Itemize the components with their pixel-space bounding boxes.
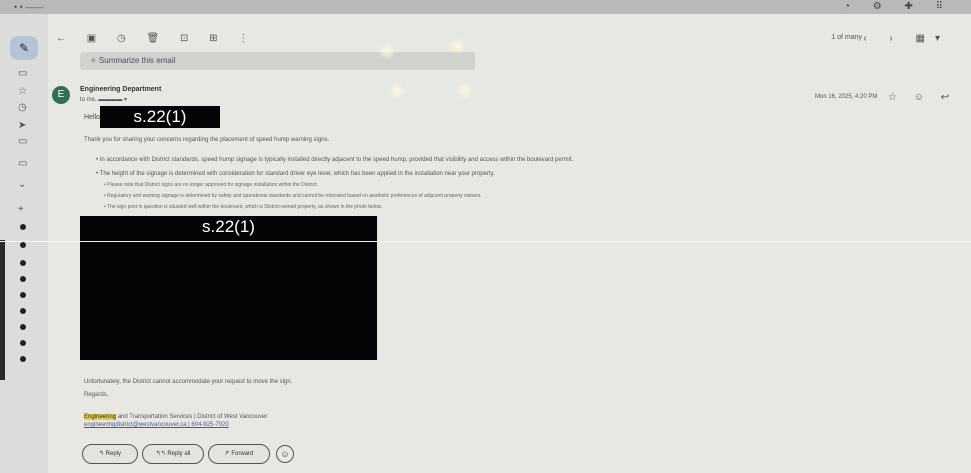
screen-glare [448,37,466,55]
signature-rest: and Transportation Services | District o… [116,414,268,420]
label-dot[interactable] [20,276,26,282]
left-rail: ✎ ▭ ☆ ◷ ➤ ▭ ▭ ⌄ + [0,14,48,473]
add-icon[interactable]: + [18,204,24,215]
sub-bullet-item: • Please note that District signs are no… [104,182,318,188]
browser-controls[interactable]: ◔ ⚙ ✚ ⠿ [844,1,953,12]
redaction-box: s.22(1) [100,106,220,128]
forward-button[interactable]: ↱ Forward [208,444,270,464]
label-dot[interactable] [20,356,26,362]
message-actions[interactable]: ☆ ☺ ↩ [888,92,956,103]
screen-glare [456,82,474,100]
label-icon[interactable]: ▭ [18,158,27,169]
signature-contact-link[interactable]: engineeringdistrict@westvancouver.ca | 6… [84,422,229,428]
draft-icon[interactable]: ▭ [18,136,27,147]
bullet-item: • In accordance with District standards,… [96,157,574,163]
signature-line: Engineering and Transportation Services … [84,414,267,420]
toolbar-actions[interactable]: ▣ ◷ 🗑 ⊡ ⊞ ⋮ [87,33,258,44]
send-icon[interactable]: ➤ [18,120,26,131]
label-dot[interactable] [20,224,26,230]
label-dot[interactable] [20,340,26,346]
label-dot[interactable] [20,242,26,248]
closing-text: Unfortunately, the District cannot accom… [84,379,293,385]
sender-avatar[interactable]: E [52,86,70,104]
back-arrow-icon[interactable]: ← [56,33,75,44]
highlighted-word: Engineering [84,414,117,420]
photo-seam-line [0,241,971,242]
emoji-reaction-button[interactable]: ☺ [276,445,294,463]
compose-button[interactable]: ✎ [10,36,38,60]
sender-name[interactable]: Engineering Department [80,86,161,93]
recipient-line[interactable]: to me, ▬▬▬▬ ▾ [80,96,127,103]
label-dot[interactable] [20,292,26,298]
more-icon[interactable]: ⌄ [18,179,26,190]
reply-button[interactable]: ↰ Reply [82,444,138,464]
pager-count: 1 of many [831,34,862,41]
browser-tabs[interactable]: • • —— [14,2,43,12]
star-icon[interactable]: ☆ [18,86,27,97]
intro-text: Thank you for sharing your concerns rega… [84,137,330,143]
browser-top-bar: • • —— ◔ ⚙ ✚ ⠿ [0,0,971,14]
label-dot[interactable] [20,260,26,266]
regards-text: Regards, [84,392,109,398]
label-dot[interactable] [20,324,26,330]
label-dot[interactable] [20,308,26,314]
sub-bullet-item: • The sign post in question is situated … [104,204,383,210]
message-toolbar: ← ▣ ◷ 🗑 ⊡ ⊞ ⋮ 1 of many ‹ › ▦▾ [52,30,962,50]
image-redaction-box: s.22(1) [80,216,377,360]
sub-bullet-item: • Regulatory and warning signage is dete… [104,193,482,199]
bullet-item: • The height of the signage is determine… [96,171,495,177]
screen-glare [378,42,396,60]
message-date: Mon 16, 2025, 4:20 PM [815,94,878,100]
summarize-email-button[interactable]: ✧ Summarize this email [80,52,475,70]
reply-all-button[interactable]: ↰↰ Reply all [142,444,204,464]
inbox-icon[interactable]: ▭ [18,68,27,79]
photo-edge-shadow [0,240,5,380]
greeting: Hello [84,114,100,121]
clock-icon[interactable]: ◷ [18,102,27,113]
toolbar-nav[interactable]: ‹ › ▦▾ [863,33,950,44]
screen-glare [388,82,406,100]
